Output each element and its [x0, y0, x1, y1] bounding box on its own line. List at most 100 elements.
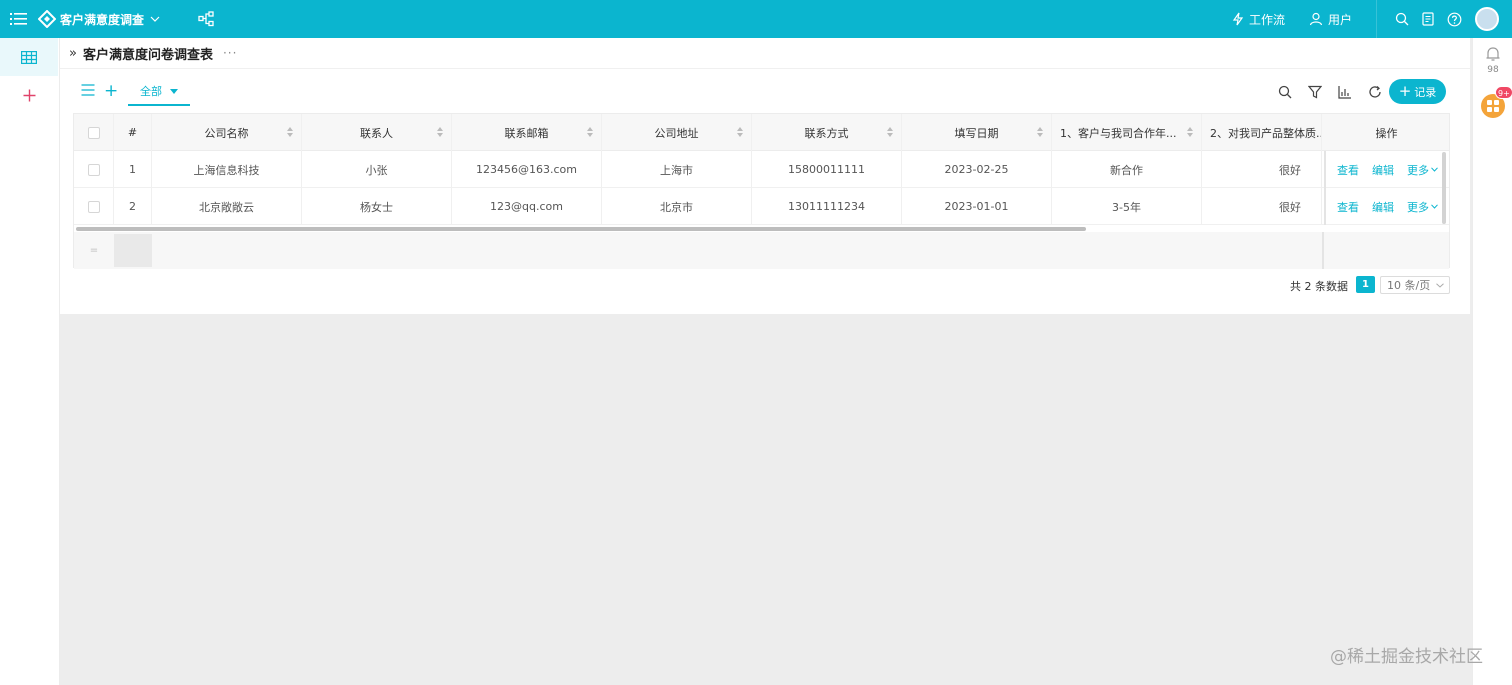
page-number-button[interactable]: 1 [1356, 276, 1375, 293]
more-options-icon[interactable]: ··· [223, 46, 237, 60]
cell-q1[interactable]: 新合作 [1052, 151, 1202, 188]
row-checkbox-cell [74, 188, 114, 225]
cell-q2[interactable]: 很好 [1202, 151, 1322, 188]
sidebar-item-add[interactable] [0, 76, 58, 114]
help-icon[interactable] [1441, 0, 1467, 38]
page-size-select[interactable]: 10 条/页 [1380, 276, 1450, 294]
plus-icon: + [1398, 82, 1412, 100]
add-view-button[interactable]: + [104, 82, 118, 100]
divider [1376, 0, 1377, 38]
cell-email[interactable]: 123@qq.com [452, 188, 602, 225]
sort-icon[interactable] [287, 127, 293, 137]
flow-diagram-icon[interactable] [198, 11, 214, 27]
column-header-contact[interactable]: 联系人 [302, 114, 452, 151]
view-button[interactable]: 查看 [1337, 162, 1359, 178]
top-bar: 客户满意度调查 工作流 用户 [0, 0, 1512, 38]
apps-badge: 9+ [1495, 86, 1512, 99]
add-record-label: 记录 [1414, 85, 1437, 99]
sort-icon[interactable] [887, 127, 893, 137]
cell-date[interactable]: 2023-02-25 [902, 151, 1052, 188]
cell-email[interactable]: 123456@163.com [452, 151, 602, 188]
column-header-actions: 操作 [1375, 126, 1398, 140]
lightning-icon [1232, 12, 1244, 26]
sort-icon[interactable] [587, 127, 593, 137]
table-row[interactable]: 2 北京敞敞云 杨女士 123@qq.com 北京市 13011111234 2… [74, 188, 1449, 225]
column-header-q2[interactable]: 2、对我司产品整体质... [1202, 114, 1322, 151]
edit-button[interactable]: 编辑 [1372, 199, 1394, 215]
notification-bell[interactable]: 98 [1481, 46, 1505, 76]
cell-company[interactable]: 北京敞敞云 [152, 188, 302, 225]
row-checkbox[interactable] [87, 200, 100, 213]
column-label: 联系方式 [804, 126, 849, 140]
search-icon[interactable] [1389, 0, 1415, 38]
page-size-value: 10 条/页 [1387, 279, 1431, 292]
column-header-address[interactable]: 公司地址 [602, 114, 752, 151]
column-label: 公司地址 [654, 126, 699, 140]
plus-icon [23, 89, 35, 101]
column-header-date[interactable]: 填写日期 [902, 114, 1052, 151]
app-title[interactable]: 客户满意度调查 [60, 11, 144, 28]
column-header-email[interactable]: 联系邮箱 [452, 114, 602, 151]
workflow-link[interactable]: 工作流 [1232, 11, 1285, 28]
chart-icon[interactable] [1337, 84, 1353, 100]
summary-cell [114, 234, 152, 267]
cell-phone[interactable]: 13011111234 [752, 188, 902, 225]
row-actions: 查看 编辑 更多 [1324, 188, 1449, 225]
cell-q2[interactable]: 很好 [1202, 188, 1322, 225]
more-button[interactable]: 更多 [1407, 162, 1438, 178]
total-count: 共 2 条数据 [1290, 280, 1348, 293]
cell-address[interactable]: 北京市 [602, 188, 752, 225]
cell-address[interactable]: 上海市 [602, 151, 752, 188]
summary-marker: = [89, 245, 99, 256]
sort-icon[interactable] [1037, 127, 1043, 137]
avatar[interactable] [1475, 7, 1499, 31]
cell-contact[interactable]: 小张 [302, 151, 452, 188]
column-header-company[interactable]: 公司名称 [152, 114, 302, 151]
column-label: 填写日期 [954, 126, 999, 140]
select-all-checkbox[interactable] [87, 126, 100, 139]
data-table: # 公司名称 联系人 联系邮箱 公司地址 联系方式 填写日期 1、客户与我司合作… [73, 113, 1450, 269]
vertical-scrollbar[interactable] [1442, 152, 1446, 224]
view-tab-label: 全部 [140, 85, 162, 98]
cell-q1[interactable]: 3-5年 [1052, 188, 1202, 225]
dropdown-caret-icon [170, 88, 178, 94]
column-header-q1[interactable]: 1、客户与我司合作年... [1052, 114, 1202, 151]
table-row[interactable]: 1 上海信息科技 小张 123456@163.com 上海市 158000111… [74, 151, 1449, 188]
cell-date[interactable]: 2023-01-01 [902, 188, 1052, 225]
add-record-button[interactable]: + 记录 [1389, 79, 1446, 104]
sort-icon[interactable] [437, 127, 443, 137]
column-header-phone[interactable]: 联系方式 [752, 114, 902, 151]
users-label: 用户 [1327, 12, 1352, 27]
table-footer: = [74, 232, 1449, 269]
expand-icon[interactable]: » [69, 46, 77, 61]
chevron-down-icon[interactable] [150, 14, 160, 25]
column-label: 联系人 [360, 126, 393, 140]
filter-icon[interactable] [1307, 84, 1323, 100]
sort-icon[interactable] [737, 127, 743, 137]
scrollbar-thumb[interactable] [76, 227, 1086, 231]
cell-phone[interactable]: 15800011111 [752, 151, 902, 188]
view-button[interactable]: 查看 [1337, 199, 1359, 215]
chevron-down-icon [1431, 167, 1438, 172]
column-label: 联系邮箱 [504, 126, 549, 140]
cell-company[interactable]: 上海信息科技 [152, 151, 302, 188]
document-icon[interactable] [1415, 0, 1441, 38]
refresh-icon[interactable] [1367, 84, 1383, 100]
edit-button[interactable]: 编辑 [1372, 162, 1394, 178]
column-header-index: # [114, 114, 152, 151]
view-tab-all[interactable]: 全部 [128, 78, 190, 106]
menu-icon[interactable] [0, 0, 36, 38]
main-content: » 客户满意度问卷调查表 ··· + 全部 + 记录 # 公司名称 联系人 联系… [60, 38, 1470, 314]
list-icon[interactable] [81, 84, 95, 99]
more-button[interactable]: 更多 [1407, 199, 1438, 215]
users-link[interactable]: 用户 [1309, 11, 1352, 28]
sort-icon[interactable] [1187, 127, 1193, 137]
row-checkbox[interactable] [87, 163, 100, 176]
sidebar-item-table[interactable] [0, 38, 58, 76]
table-grid-icon [21, 50, 37, 64]
table-toolbar: + 全部 + 记录 [60, 78, 1470, 108]
cell-contact[interactable]: 杨女士 [302, 188, 452, 225]
notification-count: 98 [1487, 65, 1499, 75]
search-icon[interactable] [1277, 84, 1293, 100]
row-actions: 查看 编辑 更多 [1324, 151, 1449, 188]
